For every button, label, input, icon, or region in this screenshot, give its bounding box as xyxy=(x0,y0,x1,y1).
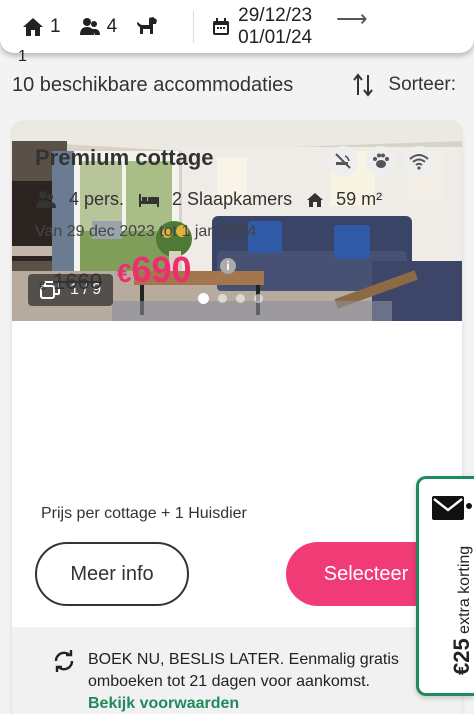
price-note: Prijs per cottage + 1 Huisdier xyxy=(41,505,247,522)
price-block: € 1660 €690 i xyxy=(35,249,335,294)
terms-link[interactable]: Bekijk voorwaarden xyxy=(88,695,239,712)
more-info-button[interactable]: Meer info xyxy=(35,542,189,606)
feature-icons xyxy=(320,146,434,176)
promo-text: BOEK NU, BESLIS LATER. Eenmalig gratis o… xyxy=(88,651,399,690)
guests-icon xyxy=(79,17,100,35)
sort-label: Sorteer: xyxy=(388,74,456,95)
info-icon[interactable]: i xyxy=(220,258,236,274)
specs-row: 4 pers. 2 Slaapkamers 59 m² xyxy=(35,189,396,210)
guests-value: 4 xyxy=(106,15,118,37)
discount-label: €25 extra korting xyxy=(449,546,474,675)
bedrooms-value: 2 Slaapkamers xyxy=(172,189,293,209)
discount-side-tab[interactable]: €25 extra korting xyxy=(416,476,474,696)
carousel-dots[interactable] xyxy=(198,293,272,304)
results-count: 10 beschikbare accommodaties xyxy=(12,73,294,96)
house-icon xyxy=(307,192,324,207)
new-price-currency: € xyxy=(117,258,132,288)
no-smoking-icon xyxy=(328,146,358,176)
home-icon xyxy=(23,17,43,36)
divider xyxy=(193,10,195,43)
area-spec: 59 m² xyxy=(306,189,382,210)
flexible-booking-banner: BOEK NU, BESLIS LATER. Eenmalig gratis o… xyxy=(12,627,462,714)
carousel-dot[interactable] xyxy=(236,294,245,303)
discount-text: extra korting xyxy=(456,545,473,634)
pets-toggle[interactable] xyxy=(135,16,165,38)
homes-value: 1 xyxy=(50,15,61,37)
persons-icon xyxy=(36,190,56,208)
accommodation-card[interactable]: 1 / 9 Premium cottage 4 pers. 2 Slaapkam… xyxy=(12,121,462,714)
bedrooms-spec: 2 Slaapkamers xyxy=(138,189,292,210)
notification-badge xyxy=(464,501,474,511)
stay-period: Van 29 dec 2023 tot 1 jan 2024 xyxy=(35,223,257,240)
date-from: 29/12/23 xyxy=(238,4,313,26)
refresh-icon xyxy=(54,650,74,672)
carousel-dot[interactable] xyxy=(218,294,227,303)
date-range[interactable]: 29/12/23 01/01/24 xyxy=(212,5,312,49)
paw-icon xyxy=(366,146,396,176)
calendar-icon xyxy=(213,17,230,35)
carousel-dot[interactable] xyxy=(254,294,263,303)
mail-icon xyxy=(431,493,474,526)
sort-button[interactable]: Sorteer: xyxy=(352,73,456,97)
stray-character: 1 xyxy=(18,48,27,65)
dog-icon xyxy=(137,16,158,34)
persons-value: 4 pers. xyxy=(69,189,125,209)
search-summary-bar[interactable]: 1 4 29/12/23 01/01/24 ⟶ xyxy=(0,0,474,53)
new-price-value: 690 xyxy=(131,249,192,290)
arrow-right-icon: ⟶ xyxy=(336,6,368,31)
homes-count[interactable]: 1 xyxy=(22,16,61,38)
wifi-icon xyxy=(404,146,434,176)
discount-amount: €25 xyxy=(449,638,474,675)
bed-icon xyxy=(139,193,160,207)
guests-count[interactable]: 4 xyxy=(79,15,118,38)
promo-text-block: BOEK NU, BESLIS LATER. Eenmalig gratis o… xyxy=(88,649,428,714)
accommodation-title: Premium cottage xyxy=(35,145,214,170)
sort-icon xyxy=(353,73,374,97)
results-header: 10 beschikbare accommodaties Sorteer: xyxy=(12,70,462,100)
old-price-currency: € xyxy=(39,279,46,293)
new-price: €690 xyxy=(117,249,192,291)
date-to: 01/01/24 xyxy=(238,26,313,48)
persons-spec: 4 pers. xyxy=(35,189,124,210)
area-value: 59 m² xyxy=(336,189,383,209)
carousel-dot[interactable] xyxy=(198,293,209,304)
old-price: 1660 xyxy=(53,269,102,294)
